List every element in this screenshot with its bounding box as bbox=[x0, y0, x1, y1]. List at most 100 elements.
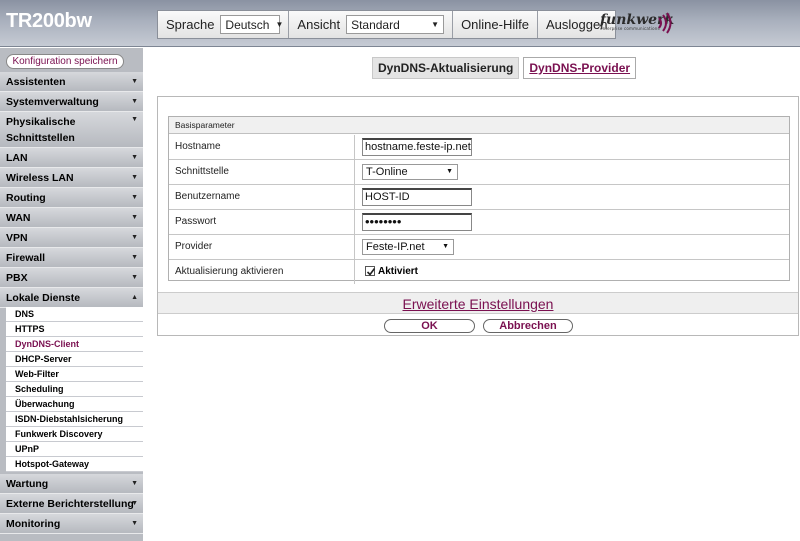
sidebar-item-label: Schnittstellen bbox=[6, 131, 75, 144]
username-row: Benutzername HOST-ID bbox=[169, 185, 789, 210]
interface-row: Schnittstelle T-Online ▼ bbox=[169, 160, 789, 185]
sidebar-item-label: Systemverwaltung bbox=[6, 95, 99, 108]
enable-update-checkbox[interactable] bbox=[365, 266, 376, 276]
chevron-down-icon: ▼ bbox=[131, 500, 138, 507]
sidebar-item-label: PBX bbox=[6, 271, 28, 284]
view-control: Ansicht Standard ▼ bbox=[289, 11, 454, 38]
chevron-down-icon: ▼ bbox=[131, 254, 138, 261]
device-name: TR200bw bbox=[6, 10, 92, 32]
password-input[interactable]: •••••••• bbox=[362, 213, 472, 231]
sidebar-item-label: LAN bbox=[6, 151, 28, 164]
interface-value: T-Online bbox=[366, 166, 408, 178]
sidebar-item-label: Physikalische bbox=[6, 115, 76, 128]
hostname-row: Hostname hostname.feste-ip.net bbox=[169, 135, 789, 160]
sidebar-item-external-reporting[interactable]: Externe Berichterstellung ▼ bbox=[0, 494, 143, 514]
top-toolbar: Sprache Deutsch ▼ Ansicht Standard ▼ Onl… bbox=[157, 10, 617, 39]
sidebar-item-label: Externe Berichterstellung bbox=[6, 497, 134, 510]
password-row: Passwort •••••••• bbox=[169, 210, 789, 235]
language-select[interactable]: Deutsch ▼ bbox=[220, 15, 284, 34]
sidebar-item-routing[interactable]: Routing ▼ bbox=[0, 188, 143, 208]
view-value: Standard bbox=[351, 17, 400, 32]
sidebar-subitem-dyndns-client[interactable]: DynDNS-Client bbox=[6, 337, 143, 352]
chevron-down-icon: ▼ bbox=[275, 20, 284, 29]
chevron-up-icon: ▲ bbox=[131, 294, 138, 301]
provider-label: Provider bbox=[175, 241, 213, 252]
chevron-down-icon: ▼ bbox=[431, 20, 440, 29]
sidebar-subitem-hotspot-gateway[interactable]: Hotspot-Gateway bbox=[6, 457, 143, 472]
sidebar-item-physical-interfaces[interactable]: Physikalische Schnittstellen ▼ bbox=[0, 112, 143, 148]
sidebar-subitem-monitoring[interactable]: Überwachung bbox=[6, 397, 143, 412]
provider-row: Provider Feste-IP.net ▼ bbox=[169, 235, 789, 260]
language-label: Sprache bbox=[166, 17, 215, 32]
basic-parameters-group: Basisparameter Hostname hostname.feste-i… bbox=[168, 116, 790, 284]
view-select[interactable]: Standard ▼ bbox=[346, 15, 445, 34]
ok-button[interactable]: OK bbox=[384, 319, 475, 333]
sidebar-subitem-dns[interactable]: DNS bbox=[6, 307, 143, 322]
sidebar-subitem-https[interactable]: HTTPS bbox=[6, 322, 143, 337]
provider-select[interactable]: Feste-IP.net ▼ bbox=[362, 239, 454, 255]
chevron-down-icon: ▼ bbox=[131, 480, 138, 487]
hostname-label: Hostname bbox=[175, 141, 221, 152]
advanced-settings-link[interactable]: Erweiterte Einstellungen bbox=[158, 292, 798, 314]
sidebar-item-wan[interactable]: WAN ▼ bbox=[0, 208, 143, 228]
chevron-down-icon: ▼ bbox=[131, 520, 138, 527]
chevron-down-icon: ▼ bbox=[446, 168, 453, 175]
chevron-down-icon: ▼ bbox=[131, 98, 138, 105]
button-row: OK Abbrechen bbox=[158, 315, 798, 336]
interface-select[interactable]: T-Online ▼ bbox=[362, 164, 458, 180]
sidebar-item-wireless-lan[interactable]: Wireless LAN ▼ bbox=[0, 168, 143, 188]
chevron-down-icon: ▼ bbox=[131, 274, 138, 281]
main-panel: Basisparameter Hostname hostname.feste-i… bbox=[157, 96, 799, 336]
sidebar-item-label: Wartung bbox=[6, 477, 49, 490]
password-label: Passwort bbox=[175, 216, 217, 227]
sidebar-item-pbx[interactable]: PBX ▼ bbox=[0, 268, 143, 288]
help-button[interactable]: Online-Hilfe bbox=[453, 11, 538, 38]
username-label: Benutzername bbox=[175, 191, 241, 202]
username-input[interactable]: HOST-ID bbox=[362, 188, 472, 206]
group-legend: Basisparameter bbox=[169, 117, 789, 134]
sidebar-item-wartung[interactable]: Wartung ▼ bbox=[0, 474, 143, 494]
sidebar-item-assistenten[interactable]: Assistenten ▼ bbox=[0, 72, 143, 92]
view-label: Ansicht bbox=[297, 17, 341, 32]
language-value: Deutsch bbox=[225, 17, 270, 32]
tab-dyndns-provider[interactable]: DynDNS-Provider bbox=[523, 57, 637, 79]
sidebar-item-local-services[interactable]: Lokale Dienste ▲ bbox=[0, 288, 143, 308]
sidebar-item-label: Monitoring bbox=[6, 517, 61, 530]
enable-update-label: Aktualisierung aktivieren bbox=[175, 266, 284, 277]
hostname-input[interactable]: hostname.feste-ip.net bbox=[362, 138, 472, 156]
sidebar-item-label: Assistenten bbox=[6, 75, 66, 88]
chevron-down-icon: ▼ bbox=[131, 174, 138, 181]
chevron-down-icon: ▼ bbox=[131, 194, 138, 201]
sidebar-item-label: Wireless LAN bbox=[6, 171, 74, 184]
sidebar-item-label: WAN bbox=[6, 211, 31, 224]
language-control: Sprache Deutsch ▼ bbox=[158, 11, 290, 38]
brand-logo: funkwerk enterprise communications bbox=[600, 12, 680, 38]
chevron-down-icon: ▼ bbox=[131, 78, 138, 85]
chevron-down-icon: ▼ bbox=[442, 243, 449, 250]
interface-label: Schnittstelle bbox=[175, 166, 229, 177]
sidebar-item-systemverwaltung[interactable]: Systemverwaltung ▼ bbox=[0, 92, 143, 112]
provider-value: Feste-IP.net bbox=[366, 241, 425, 253]
sidebar-subitem-upnp[interactable]: UPnP bbox=[6, 442, 143, 457]
checkmark-icon bbox=[366, 268, 376, 276]
sidebar-subitem-dhcp-server[interactable]: DHCP-Server bbox=[6, 352, 143, 367]
sidebar-item-label: Firewall bbox=[6, 251, 46, 264]
save-config-button[interactable]: Konfiguration speichern bbox=[6, 54, 124, 69]
sidebar-item-vpn[interactable]: VPN ▼ bbox=[0, 228, 143, 248]
sidebar-item-label: VPN bbox=[6, 231, 28, 244]
sidebar-item-firewall[interactable]: Firewall ▼ bbox=[0, 248, 143, 268]
cancel-button[interactable]: Abbrechen bbox=[483, 319, 573, 333]
sidebar-item-label: Lokale Dienste bbox=[6, 291, 81, 304]
signal-arcs-icon bbox=[658, 12, 672, 34]
sidebar-subitem-scheduling[interactable]: Scheduling bbox=[6, 382, 143, 397]
chevron-down-icon: ▼ bbox=[131, 214, 138, 221]
sidebar-item-label: Routing bbox=[6, 191, 46, 204]
sidebar-item-monitoring[interactable]: Monitoring ▼ bbox=[0, 514, 143, 534]
sidebar-subitem-funkwerk-discovery[interactable]: Funkwerk Discovery bbox=[6, 427, 143, 442]
chevron-down-icon: ▼ bbox=[131, 116, 138, 123]
sidebar-item-lan[interactable]: LAN ▼ bbox=[0, 148, 143, 168]
sidebar-subitem-web-filter[interactable]: Web-Filter bbox=[6, 367, 143, 382]
tab-dyndns-update[interactable]: DynDNS-Aktualisierung bbox=[372, 57, 520, 79]
enable-update-row: Aktualisierung aktivieren Aktiviert bbox=[169, 260, 789, 285]
sidebar-subitem-isdn-theft-protection[interactable]: ISDN-Diebstahlsicherung bbox=[6, 412, 143, 427]
